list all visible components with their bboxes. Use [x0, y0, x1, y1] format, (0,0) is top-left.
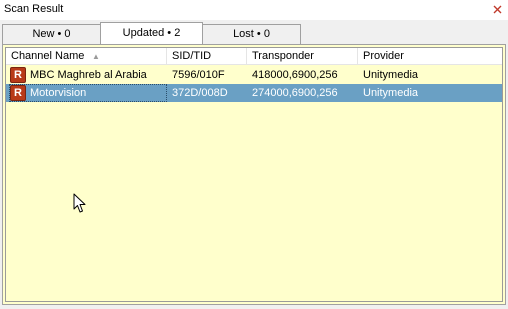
table-row-selected[interactable]: R Motorvision 372D/008D 274000,6900,256 …	[6, 84, 502, 102]
cell-provider: Unitymedia	[363, 87, 419, 99]
tab-strip: New • 0 Updated • 2 Lost • 0	[0, 22, 508, 44]
cell-provider: Unitymedia	[363, 69, 419, 81]
scan-result-window: Scan Result New • 0 Updated • 2 Lost • 0…	[0, 0, 508, 309]
column-header-sid-tid[interactable]: SID/TID	[167, 48, 247, 65]
cell-sid-tid: 372D/008D	[172, 87, 228, 99]
list-header: Channel Name ▲ SID/TID Transponder Provi…	[6, 48, 502, 65]
tab-lost[interactable]: Lost • 0	[202, 24, 301, 44]
window-title: Scan Result	[4, 3, 64, 15]
channel-radio-icon: R	[10, 67, 26, 83]
cell-channel-name: Motorvision	[30, 87, 87, 99]
column-header-label: Channel Name	[11, 50, 85, 62]
tab-panel: Channel Name ▲ SID/TID Transponder Provi…	[2, 44, 506, 305]
table-row[interactable]: R MBC Maghreb al Arabia 7596/010F 418000…	[6, 66, 502, 84]
tab-new[interactable]: New • 0	[2, 24, 101, 44]
sort-ascending-icon: ▲	[92, 52, 100, 61]
channel-list[interactable]: Channel Name ▲ SID/TID Transponder Provi…	[5, 47, 503, 302]
close-icon	[493, 5, 501, 14]
column-header-transponder[interactable]: Transponder	[247, 48, 358, 65]
tab-updated[interactable]: Updated • 2	[100, 22, 203, 44]
mouse-pointer-icon	[73, 193, 86, 213]
column-header-provider[interactable]: Provider	[358, 48, 502, 65]
title-bar: Scan Result	[0, 0, 508, 20]
cell-sid-tid: 7596/010F	[172, 69, 225, 81]
close-button[interactable]	[486, 0, 508, 20]
cell-transponder: 274000,6900,256	[252, 87, 338, 99]
cell-channel-name: MBC Maghreb al Arabia	[30, 69, 147, 81]
cell-transponder: 418000,6900,256	[252, 69, 338, 81]
column-header-channel-name[interactable]: Channel Name ▲	[6, 48, 167, 65]
channel-radio-icon: R	[10, 85, 26, 101]
